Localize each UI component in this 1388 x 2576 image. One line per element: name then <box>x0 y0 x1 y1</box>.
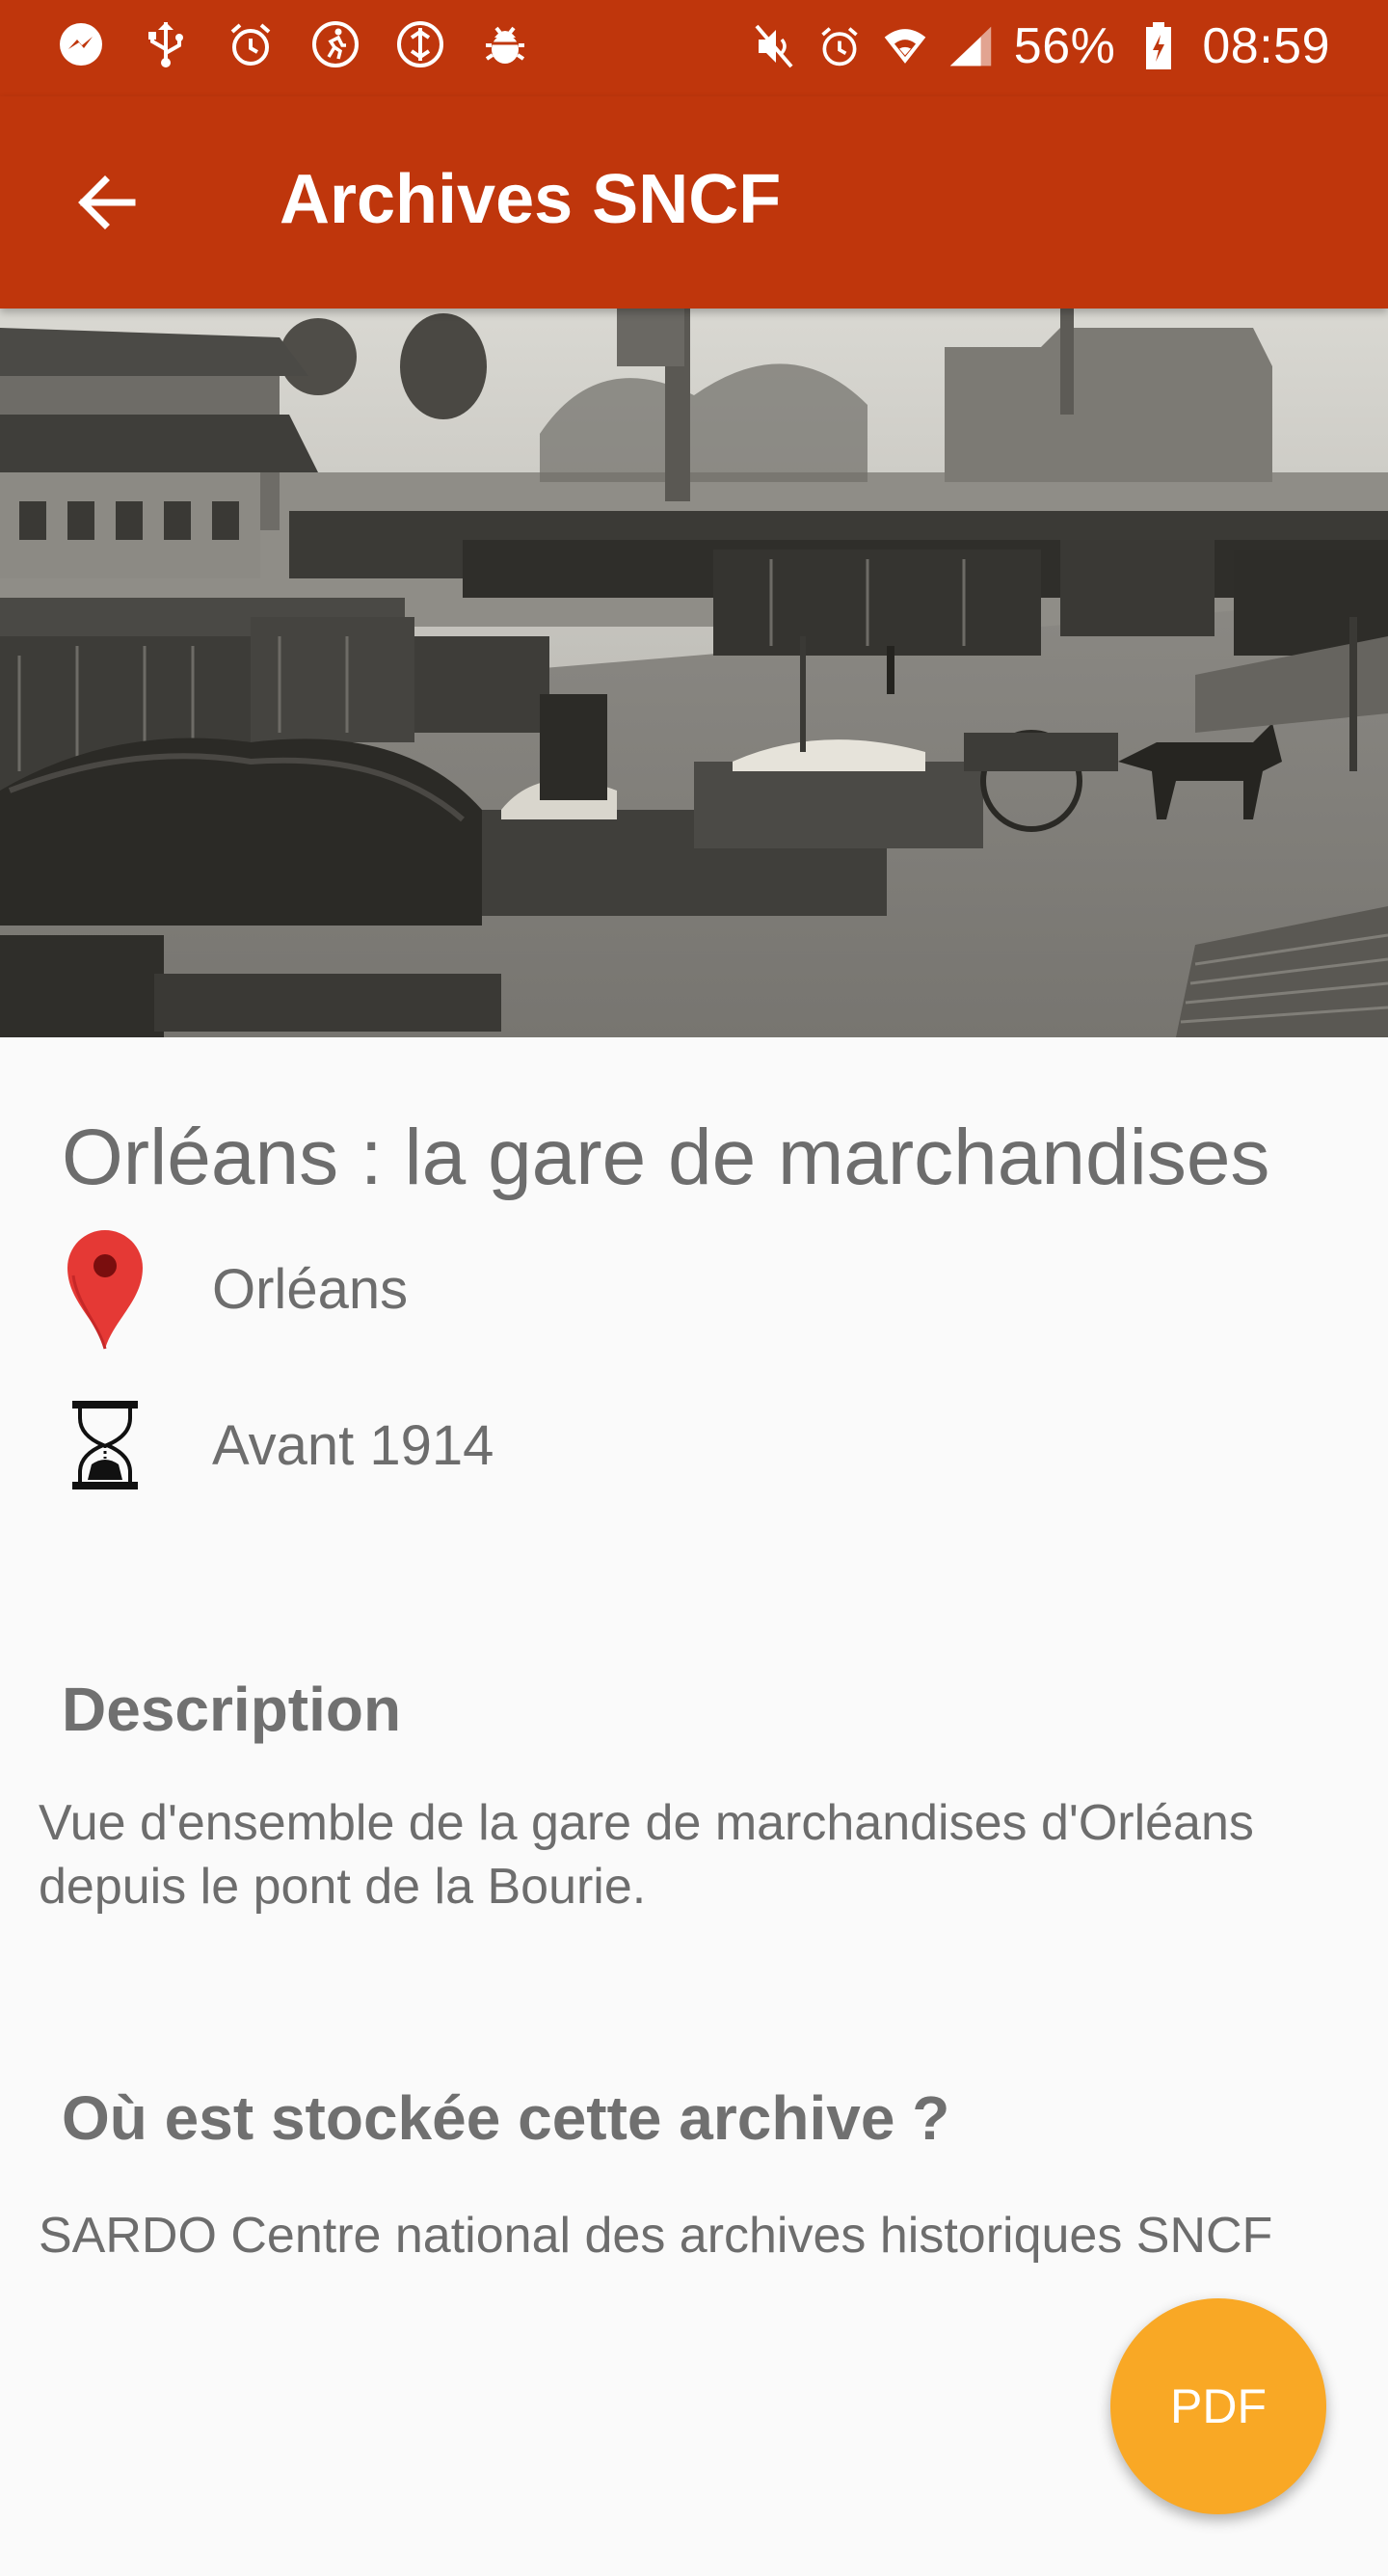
sync-icon <box>395 19 445 69</box>
notification-icons <box>56 19 530 69</box>
messenger-icon <box>56 19 106 69</box>
app-bar: Archives SNCF <box>0 96 1388 309</box>
date-text: Avant 1914 <box>212 1413 494 1477</box>
storage-heading: Où est stockée cette archive ? <box>62 2083 950 2153</box>
back-button[interactable] <box>58 156 154 253</box>
wifi-icon <box>883 21 927 71</box>
pdf-button[interactable]: PDF <box>1110 2298 1326 2514</box>
description-heading: Description <box>62 1675 402 1744</box>
mute-icon <box>752 21 796 71</box>
usb-icon <box>141 19 191 69</box>
date-row: Avant 1914 <box>62 1382 494 1508</box>
battery-icon <box>1136 21 1181 71</box>
archive-title: Orléans : la gare de marchandises <box>62 1114 1270 1201</box>
arrow-back-icon <box>72 169 140 241</box>
signal-icon <box>948 21 993 71</box>
system-status: 56% 08:59 <box>752 17 1330 75</box>
description-text: Vue d'ensemble de la gare de marchandise… <box>39 1795 1254 1915</box>
place-text: Orléans <box>212 1257 409 1321</box>
storage-text: SARDO Centre national des archives histo… <box>39 2208 1273 2264</box>
hourglass-icon <box>62 1382 148 1508</box>
debug-icon <box>480 19 530 69</box>
status-bar: 56% 08:59 <box>0 0 1388 96</box>
map-pin-icon <box>62 1226 148 1352</box>
battery-percent: 56% <box>1013 18 1116 74</box>
place-row: Orléans <box>62 1226 408 1352</box>
activity-icon <box>310 19 360 69</box>
archive-photo <box>0 309 1388 1037</box>
alarm-icon <box>817 21 862 71</box>
alarm-icon <box>226 19 276 69</box>
app-title: Archives SNCF <box>280 161 782 238</box>
clock: 08:59 <box>1202 18 1330 74</box>
